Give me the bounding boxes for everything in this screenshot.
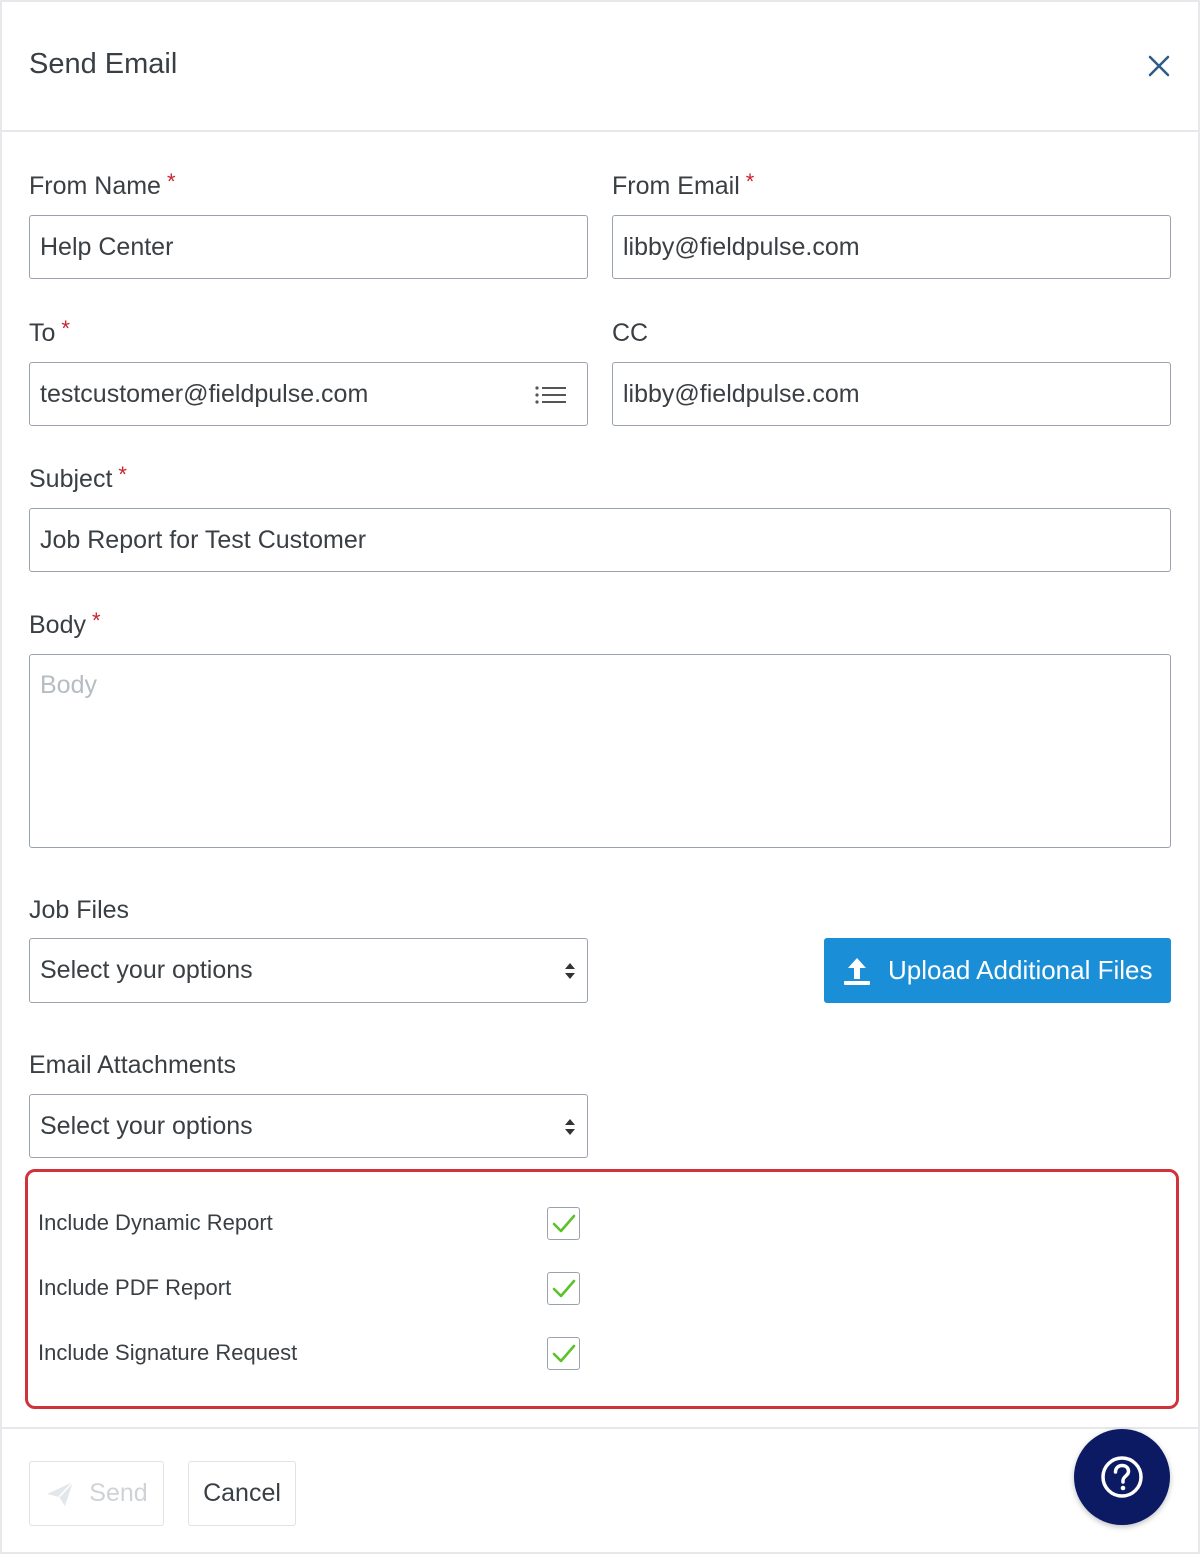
include-pdf-report-label: Include PDF Report [38,1275,232,1300]
job-files-select[interactable]: Select your options [29,938,588,1003]
body-textarea[interactable]: Body [29,654,1171,848]
body-label: Body * [29,608,101,640]
cancel-button-label: Cancel [203,1479,281,1507]
send-button-label: Send [89,1479,148,1507]
cc-label: CC [612,319,648,348]
job-files-label-text: Job Files [29,896,130,924]
question-circle-icon [1101,1456,1143,1498]
upload-icon [844,957,870,985]
required-marker: * [745,169,755,194]
subject-value: Job Report for Test Customer [40,525,367,554]
required-marker: * [118,462,127,487]
cancel-button[interactable]: Cancel [188,1461,296,1526]
from-name-label: From Name * [29,169,176,201]
close-icon[interactable] [1145,52,1173,80]
include-dynamic-report-checkbox[interactable] [547,1207,580,1240]
upload-button-label: Upload Additional Files [888,955,1153,985]
cc-value: libby@fieldpulse.com [623,379,860,408]
email-attachments-selected: Select your options [40,1111,253,1140]
from-name-field[interactable]: Help Center [29,215,588,279]
from-email-label-text: From Email [612,172,740,200]
required-marker: * [166,169,176,194]
cc-label-text: CC [612,319,649,347]
cc-field[interactable]: libby@fieldpulse.com [612,362,1171,426]
send-button[interactable]: Send [29,1461,164,1526]
from-email-label: From Email * [612,169,755,201]
list-icon[interactable] [535,385,567,405]
to-value: testcustomer@fieldpulse.com [40,379,369,408]
body-placeholder: Body [40,671,97,699]
subject-label: Subject * [29,462,127,494]
required-marker: * [61,316,70,341]
upload-additional-files-button[interactable]: Upload Additional Files [824,938,1171,1003]
subject-field[interactable]: Job Report for Test Customer [29,508,1171,572]
include-dynamic-report-label: Include Dynamic Report [38,1210,273,1235]
email-attachments-select[interactable]: Select your options [29,1094,588,1158]
include-pdf-report-checkbox[interactable] [547,1272,580,1305]
email-attachments-label: Email Attachments [29,1051,236,1080]
paper-plane-icon [47,1480,74,1506]
to-label-text: To [29,319,56,347]
checkmark-icon [552,1279,576,1298]
required-marker: * [91,608,101,633]
select-arrows-icon [565,963,575,979]
checkmark-icon [552,1344,576,1363]
send-email-dialog: Send Email From Name * Help Center From E… [0,0,1200,1554]
subject-label-text: Subject [29,465,113,493]
select-arrows-icon [565,1119,575,1135]
to-label: To * [29,316,70,348]
from-name-label-text: From Name [29,172,161,200]
job-files-label: Job Files [29,896,129,925]
job-files-selected: Select your options [40,956,253,984]
email-attachments-label-text: Email Attachments [29,1051,237,1079]
footer-divider [2,1427,1198,1429]
include-signature-request-checkbox[interactable] [547,1337,580,1370]
to-field[interactable]: testcustomer@fieldpulse.com [29,362,588,426]
include-signature-request-label: Include Signature Request [38,1340,298,1365]
from-email-field[interactable]: libby@fieldpulse.com [612,215,1171,279]
from-name-value: Help Center [40,232,174,261]
checkmark-icon [552,1214,576,1233]
dialog-title: Send Email [29,48,178,80]
from-email-value: libby@fieldpulse.com [623,232,860,261]
body-label-text: Body [29,611,86,639]
dialog-header: Send Email [2,2,1198,132]
help-button[interactable] [1074,1429,1170,1525]
